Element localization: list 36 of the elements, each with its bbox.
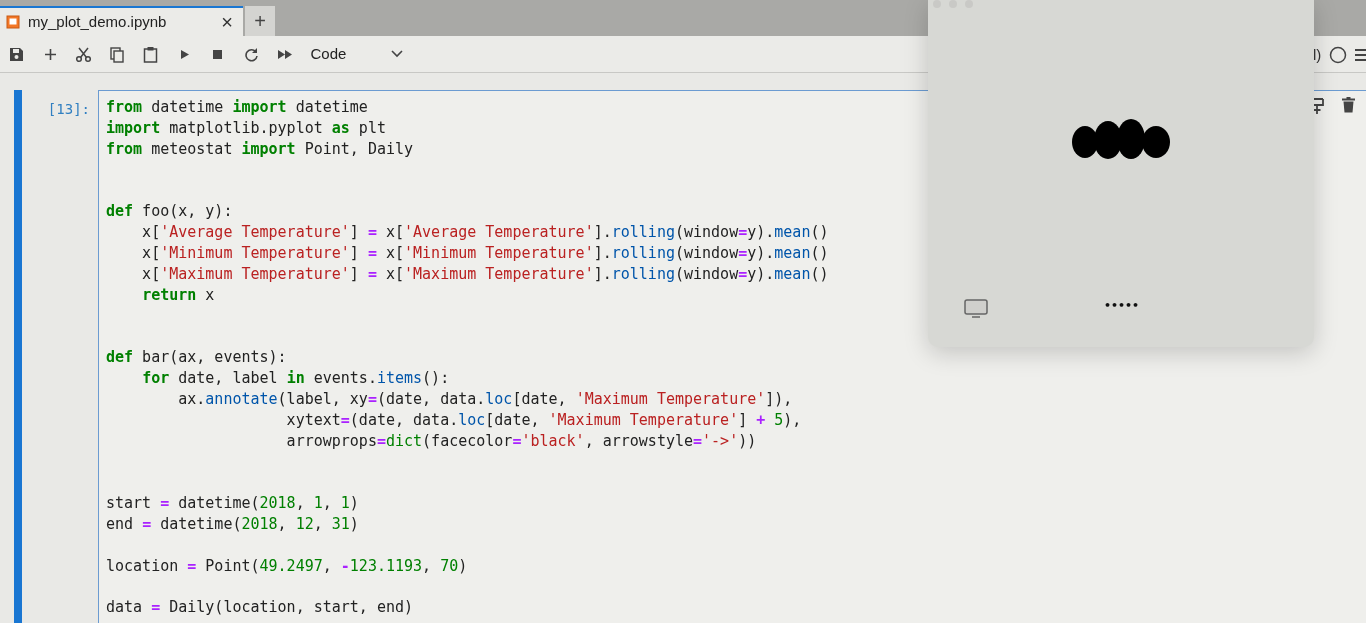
cell-type-dropdown[interactable]: Code [310,41,403,67]
code-line: start = datetime(2018, 1, 1) [106,493,359,514]
code-line: import matplotlib.pyplot as plt [106,117,386,139]
code-line: for date, label in events.items(): [141,367,450,389]
monitor-icon[interactable] [964,299,988,319]
code-line: end = datetime(2018, 12, 31) [106,513,359,535]
code-line: from datetime import datetime [106,97,368,118]
code-line: x['Average Temperature'] = x['Average Temperature'].rolling(window=y).mean() [141,222,829,243]
menu-icon[interactable] [1355,48,1366,63]
new-tab-button[interactable]: + [245,6,275,36]
code-line: def foo(x, y): [106,201,233,223]
kernel-name: l) [1313,45,1322,65]
tab-title: my_plot_demo.ipynb [28,11,168,32]
code-line: x['Minimum Temperature'] = x['Minimum Temperature'].rolling(window=y).mean() [141,242,829,264]
code-line: x['Maximum Temperature'] = x['Maximum Temperature'].rolling(window=y).mean() [141,263,829,285]
masked-text: ••••• [1104,300,1140,311]
cell-prompt: [13]: [46,100,91,119]
code-line: location = Point(49.2497, -123.1193, 70) [106,555,468,577]
notebook-icon [6,15,20,29]
copy-icon[interactable] [108,45,126,63]
code-line: def bar(ax, events): [106,347,287,368]
code-line: return x [141,284,215,306]
cut-icon[interactable] [75,45,92,63]
code-line: ax.annotate(label, xy=(date, data.loc[date, 'Maximum Temperature']), [177,388,793,410]
code-line: arrowprops=dict(facecolor='black', arrowstyle='->')) [285,430,757,452]
code-line: data = Daily(location, start, end) [106,597,414,619]
kernel-status-icon [1329,46,1348,65]
code-line: xytext=(date, data.loc[date, 'Maximum Temperature'] + 5), [285,409,802,431]
chevron-down-icon [390,50,403,58]
save-icon[interactable] [8,45,25,63]
clipboard-icon[interactable] [142,45,159,63]
notebook-tab[interactable]: my_plot_demo.ipynb × [0,6,243,36]
close-button[interactable]: × [221,12,233,32]
delete-icon[interactable] [1342,97,1355,113]
code-line: from meteostat import Point, Daily [106,138,414,160]
dropdown-value: Code [310,43,347,64]
